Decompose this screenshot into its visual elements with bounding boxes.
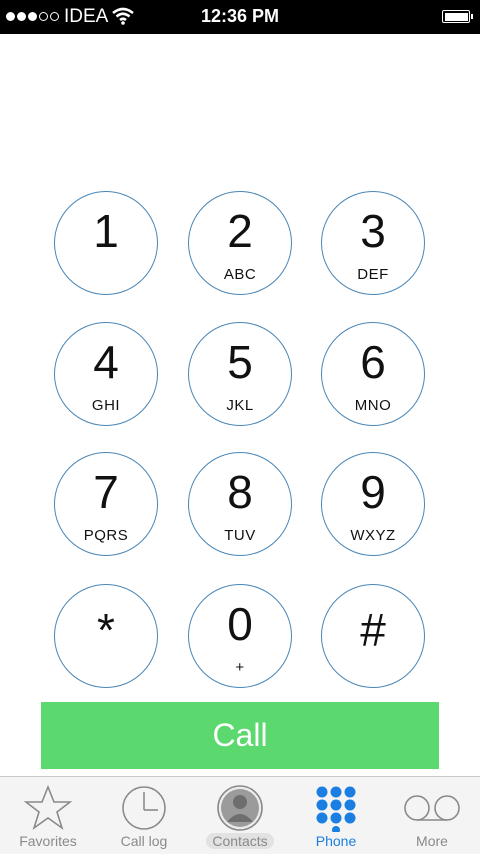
tab-call-log[interactable]: Call log: [96, 777, 192, 855]
call-button[interactable]: Call: [41, 702, 439, 769]
tab-favorites[interactable]: Favorites: [0, 777, 96, 855]
key-9[interactable]: 9 WXYZ: [321, 452, 425, 556]
key-1[interactable]: 1: [54, 191, 158, 295]
tab-contacts[interactable]: Contacts: [192, 777, 288, 855]
key-5[interactable]: 5 JKL: [188, 322, 292, 426]
key-4[interactable]: 4 GHI: [54, 322, 158, 426]
key-7[interactable]: 7 PQRS: [54, 452, 158, 556]
key-hash[interactable]: #: [321, 584, 425, 688]
key-0[interactable]: 0 +: [188, 584, 292, 688]
voicemail-icon: [404, 795, 460, 821]
tab-more[interactable]: More: [384, 777, 480, 855]
status-bar: IDEA 12:36 PM: [0, 0, 480, 34]
tab-bar: Favorites Call log Contacts Phone More: [0, 776, 480, 854]
status-time: 12:36 PM: [200, 6, 280, 26]
key-star[interactable]: *: [54, 584, 158, 688]
key-2[interactable]: 2 ABC: [188, 191, 292, 295]
tab-phone[interactable]: Phone: [288, 777, 384, 855]
star-icon: [24, 785, 72, 831]
clock-icon: [122, 786, 166, 830]
keypad-grid-icon: [316, 786, 356, 832]
battery-icon: [442, 10, 473, 23]
contact-avatar-icon: [217, 785, 263, 831]
key-6[interactable]: 6 MNO: [321, 322, 425, 426]
key-3[interactable]: 3 DEF: [321, 191, 425, 295]
key-8[interactable]: 8 TUV: [188, 452, 292, 556]
